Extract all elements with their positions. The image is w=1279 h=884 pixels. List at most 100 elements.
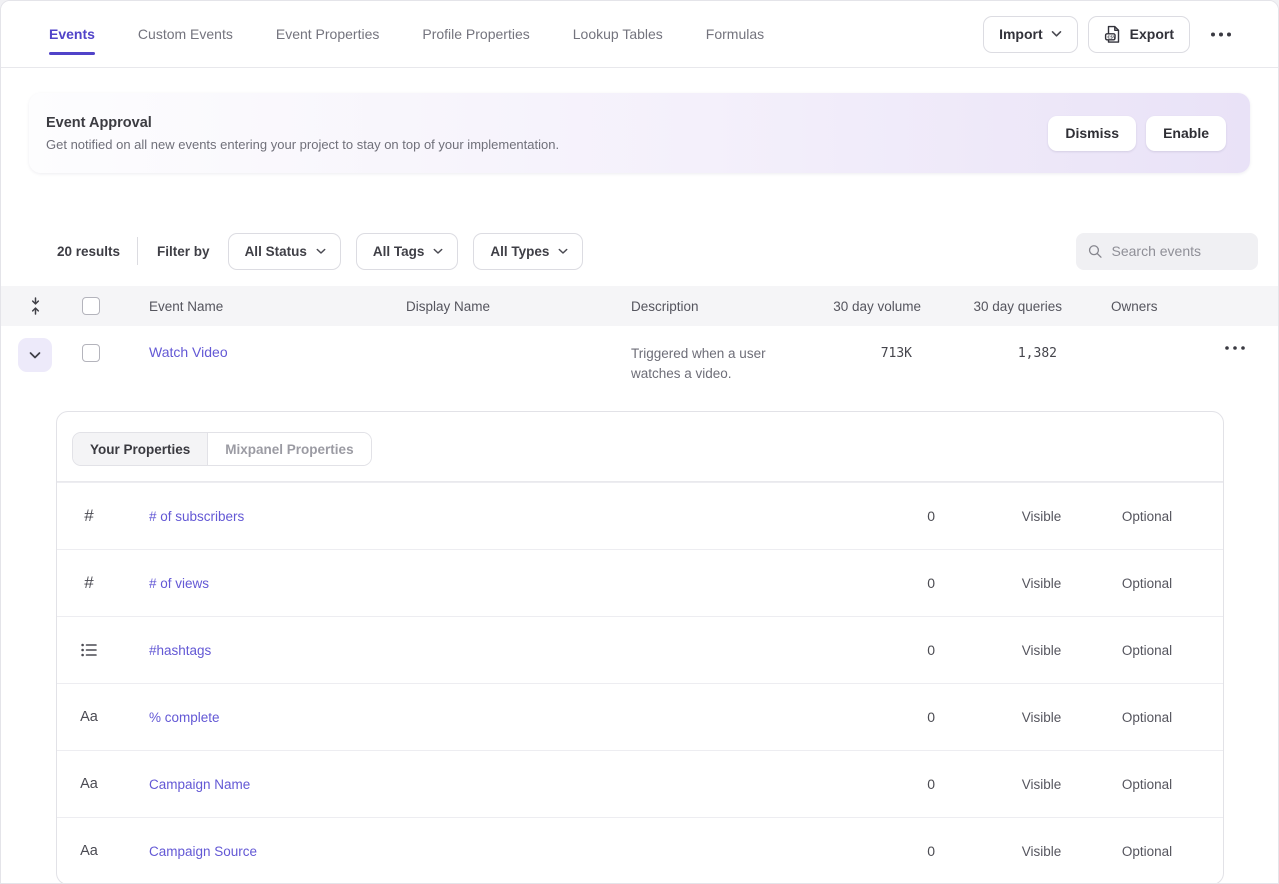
tags-filter-label: All Tags (373, 244, 425, 259)
property-visibility: Visible (941, 844, 1097, 859)
svg-text:csv: csv (1107, 35, 1116, 40)
tab-formulas-label: Formulas (706, 26, 764, 42)
select-all-checkbox[interactable] (82, 297, 100, 315)
property-visibility: Visible (941, 643, 1097, 658)
status-filter-label: All Status (245, 244, 307, 259)
property-name-link[interactable]: Campaign Source (121, 844, 841, 859)
import-button-label: Import (999, 26, 1043, 42)
column-owners[interactable]: Owners (1062, 299, 1211, 314)
event-display-name (406, 326, 631, 344)
top-actions: Import csv Export (983, 16, 1236, 53)
search-box (1076, 233, 1258, 270)
types-filter-dropdown[interactable]: All Types (473, 233, 583, 270)
property-visibility: Visible (941, 710, 1097, 725)
properties-panel: Your Properties Mixpanel Properties # # … (56, 411, 1224, 884)
chevron-down-icon (316, 248, 326, 255)
number-icon: # (84, 573, 93, 593)
property-row: #hashtags 0 Visible Optional (57, 616, 1223, 683)
column-event-name[interactable]: Event Name (113, 299, 406, 314)
event-description: Triggered when a user watches a video. (631, 344, 791, 384)
property-requirement: Optional (1097, 777, 1227, 792)
property-visibility: Visible (941, 509, 1097, 524)
property-name-link[interactable]: % complete (121, 710, 841, 725)
tab-events[interactable]: Events (49, 1, 95, 67)
tab-events-label: Events (49, 26, 95, 42)
import-button[interactable]: Import (983, 16, 1078, 53)
csv-file-icon: csv (1104, 25, 1122, 44)
collapse-all-button[interactable] (1, 297, 69, 315)
ellipsis-icon (1225, 346, 1245, 350)
row-checkbox[interactable] (82, 344, 100, 362)
chevron-down-icon (558, 248, 568, 255)
banner-text: Event Approval Get notified on all new e… (46, 115, 559, 152)
top-nav: Events Custom Events Event Properties Pr… (1, 1, 1278, 68)
property-requirement: Optional (1097, 509, 1227, 524)
property-name-link[interactable]: # of subscribers (121, 509, 841, 524)
search-input[interactable] (1112, 243, 1249, 259)
list-icon (81, 643, 97, 657)
status-filter-dropdown[interactable]: All Status (228, 233, 341, 270)
number-icon: # (84, 506, 93, 526)
property-name-link[interactable]: # of views (121, 576, 841, 591)
column-queries[interactable]: 30 day queries (921, 299, 1062, 314)
property-requirement: Optional (1097, 643, 1227, 658)
property-name-link[interactable]: Campaign Name (121, 777, 841, 792)
property-value: 0 (841, 776, 941, 792)
active-tab-indicator (49, 52, 95, 55)
tab-lookup-tables[interactable]: Lookup Tables (573, 1, 663, 67)
enable-button[interactable]: Enable (1146, 116, 1226, 151)
property-row: Aa Campaign Name 0 Visible Optional (57, 750, 1223, 817)
event-approval-banner: Event Approval Get notified on all new e… (29, 93, 1250, 173)
vertical-divider (137, 237, 138, 265)
collapse-icon (28, 297, 43, 315)
collapse-row-button[interactable] (18, 338, 52, 372)
filter-toolbar: 20 results Filter by All Status All Tags… (1, 231, 1278, 271)
ellipsis-icon (1210, 32, 1232, 37)
text-icon: Aa (80, 776, 98, 792)
search-icon (1088, 243, 1103, 260)
export-button-label: Export (1130, 26, 1174, 42)
properties-tabs: Your Properties Mixpanel Properties (72, 432, 372, 466)
lexicon-window: Events Custom Events Event Properties Pr… (0, 0, 1279, 884)
tab-formulas[interactable]: Formulas (706, 1, 764, 67)
tab-custom-events[interactable]: Custom Events (138, 1, 233, 67)
tab-lookup-tables-label: Lookup Tables (573, 26, 663, 42)
property-name-link[interactable]: #hashtags (121, 643, 841, 658)
column-volume[interactable]: 30 day volume (821, 299, 921, 314)
property-row: Aa % complete 0 Visible Optional (57, 683, 1223, 750)
column-description[interactable]: Description (631, 299, 821, 314)
property-visibility: Visible (941, 576, 1097, 591)
property-row: Aa Campaign Source 0 Visible Optional (57, 817, 1223, 884)
tab-profile-properties-label: Profile Properties (422, 26, 529, 42)
event-name-link[interactable]: Watch Video (149, 344, 228, 360)
event-queries: 1,382 (1018, 346, 1057, 361)
property-value: 0 (841, 709, 941, 725)
property-value: 0 (841, 508, 941, 524)
text-icon: Aa (80, 843, 98, 859)
export-button[interactable]: csv Export (1088, 16, 1190, 53)
property-requirement: Optional (1097, 710, 1227, 725)
property-row: # # of views 0 Visible Optional (57, 549, 1223, 616)
tab-custom-events-label: Custom Events (138, 26, 233, 42)
event-volume: 713K (881, 346, 912, 361)
more-options-button[interactable] (1206, 28, 1236, 41)
event-row-watch-video: Watch Video Triggered when a user watche… (1, 326, 1278, 411)
column-display-name[interactable]: Display Name (406, 299, 631, 314)
tab-mixpanel-properties[interactable]: Mixpanel Properties (208, 433, 370, 465)
banner-title: Event Approval (46, 115, 559, 131)
tab-event-properties[interactable]: Event Properties (276, 1, 380, 67)
property-value: 0 (841, 575, 941, 591)
tags-filter-dropdown[interactable]: All Tags (356, 233, 459, 270)
banner-description: Get notified on all new events entering … (46, 137, 559, 152)
dismiss-button[interactable]: Dismiss (1048, 116, 1136, 151)
nav-tabs: Events Custom Events Event Properties Pr… (49, 1, 764, 67)
property-visibility: Visible (941, 777, 1097, 792)
tab-profile-properties[interactable]: Profile Properties (422, 1, 529, 67)
chevron-down-icon (433, 248, 443, 255)
events-table-header: Event Name Display Name Description 30 d… (1, 286, 1278, 326)
results-count: 20 results (57, 244, 120, 259)
tab-your-properties[interactable]: Your Properties (73, 433, 208, 465)
property-requirement: Optional (1097, 844, 1227, 859)
chevron-down-icon (29, 351, 41, 360)
row-more-options-button[interactable] (1219, 340, 1279, 356)
